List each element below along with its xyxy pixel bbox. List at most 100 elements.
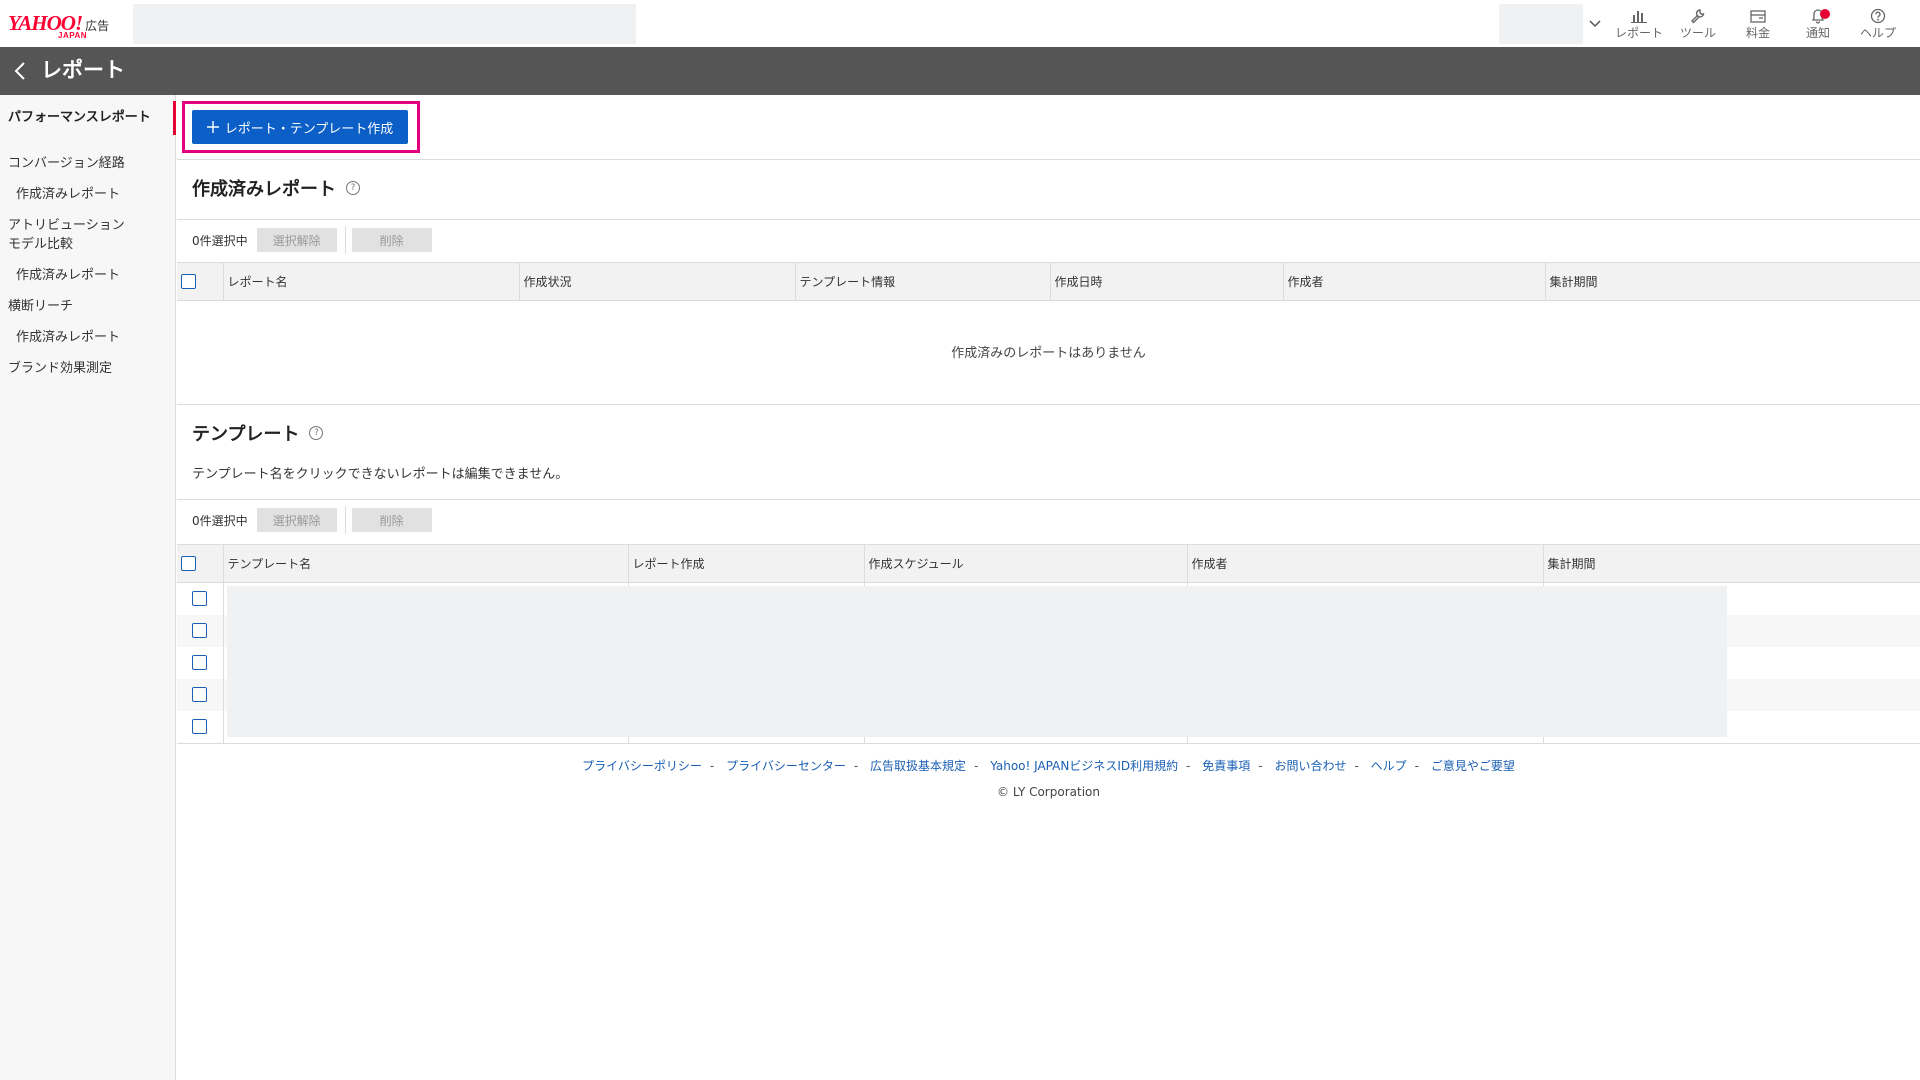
main-content: レポート・テンプレート作成 作成済みレポート ? 0件選択中 選択解除 削除 レ… <box>177 95 1920 1080</box>
footer-link-contact[interactable]: お問い合わせ <box>1274 759 1346 773</box>
col-template-info[interactable]: テンプレート情報 <box>795 262 1051 301</box>
sidebar-item-performance-report[interactable]: パフォーマンスレポート <box>0 101 176 135</box>
row-checkbox[interactable] <box>192 623 208 638</box>
footer-link-privacy-center[interactable]: プライバシーセンター <box>726 759 846 773</box>
sidebar-item-attribution[interactable]: アトリビューション <box>0 217 176 235</box>
nav-report-label: レポート <box>1614 26 1663 40</box>
create-button-highlight: レポート・テンプレート作成 <box>182 101 420 153</box>
col-created-at[interactable]: 作成日時 <box>1050 262 1284 301</box>
nav-help[interactable]: ヘルプ <box>1848 6 1908 44</box>
sidebar-item-created-reports-3[interactable]: 作成済みレポート <box>0 329 176 347</box>
logo-text: YAHOO! <box>8 11 83 35</box>
wallet-icon <box>1728 6 1788 26</box>
account-selector[interactable] <box>1499 4 1583 44</box>
sidebar-item-conversion-path[interactable]: コンバージョン経路 <box>0 155 176 173</box>
footer-link-ad-terms[interactable]: 広告取扱基本規定 <box>870 759 966 773</box>
row-checkbox[interactable] <box>192 655 208 670</box>
col-creator[interactable]: 作成者 <box>1283 262 1546 301</box>
templates-note: テンプレート名をクリックできないレポートは編集できません。 <box>192 467 569 482</box>
help-icon <box>1848 6 1908 26</box>
col-report-name[interactable]: レポート名 <box>223 262 520 301</box>
created-reports-selection-bar: 0件選択中 選択解除 削除 <box>192 226 432 254</box>
nav-billing-label: 料金 <box>1745 26 1770 40</box>
row-checkbox-cell <box>177 582 224 615</box>
templates-selection-bar: 0件選択中 選択解除 削除 <box>192 506 432 534</box>
divider <box>177 743 1920 744</box>
footer-link-disclaimer[interactable]: 免責事項 <box>1202 759 1250 773</box>
divider <box>177 499 1920 500</box>
row-checkbox-cell <box>177 678 224 711</box>
page-title-bar: レポート <box>0 47 1920 95</box>
table-header-row: テンプレート名 レポート作成 作成スケジュール 作成者 集計期間 <box>177 544 1920 583</box>
delete-button[interactable]: 削除 <box>351 508 432 532</box>
templates-title-text: テンプレート <box>192 424 300 445</box>
top-header: YAHOO! JAPAN 広告 レポート ツール 料金 通知 ヘルプ <box>0 0 1920 47</box>
create-button-label: レポート・テンプレート作成 <box>224 121 394 137</box>
notification-badge <box>1820 9 1830 19</box>
sidebar-item-created-reports-1[interactable]: 作成済みレポート <box>0 186 176 204</box>
footer-link-help[interactable]: ヘルプ <box>1371 759 1407 773</box>
sidebar-item-brand-lift[interactable]: ブランド効果測定 <box>0 360 176 378</box>
templates-title: テンプレート ? <box>192 420 324 446</box>
row-checkbox-cell <box>177 710 224 743</box>
create-report-template-button[interactable]: レポート・テンプレート作成 <box>192 110 408 144</box>
nav-report[interactable]: レポート <box>1609 6 1669 44</box>
divider <box>177 159 1920 160</box>
col-period[interactable]: 集計期間 <box>1543 544 1920 583</box>
bell-icon <box>1788 6 1848 26</box>
col-creator[interactable]: 作成者 <box>1187 544 1544 583</box>
help-circle-icon[interactable]: ? <box>346 181 360 195</box>
separator <box>344 506 346 534</box>
col-schedule[interactable]: 作成スケジュール <box>864 544 1188 583</box>
page-title: レポート <box>41 58 125 82</box>
col-status[interactable]: 作成状況 <box>519 262 796 301</box>
footer-links: プライバシーポリシー - プライバシーセンター - 広告取扱基本規定 - Yahoo!… <box>582 759 1515 773</box>
redacted-content-block <box>227 586 1727 737</box>
sidebar: パフォーマンスレポート コンバージョン経路 作成済みレポート アトリビューション… <box>0 95 176 1080</box>
yahoo-ads-logo[interactable]: YAHOO! JAPAN 広告 <box>8 13 109 43</box>
row-checkbox[interactable] <box>192 591 208 607</box>
col-report-create[interactable]: レポート作成 <box>628 544 865 583</box>
row-checkbox-cell <box>177 646 224 679</box>
table-header-row: レポート名 作成状況 テンプレート情報 作成日時 作成者 集計期間 <box>177 262 1920 301</box>
row-checkbox[interactable] <box>192 719 208 734</box>
selected-count: 0件選択中 <box>192 513 248 528</box>
nav-tool-label: ツール <box>1679 26 1716 40</box>
select-all-cell <box>177 544 224 583</box>
divider <box>177 404 1920 405</box>
selected-count: 0件選択中 <box>192 233 248 248</box>
copyright: © LY Corporation <box>997 785 1100 799</box>
select-all-cell <box>177 262 224 301</box>
nav-billing[interactable]: 料金 <box>1728 6 1788 44</box>
select-all-checkbox[interactable] <box>181 556 196 571</box>
row-checkbox[interactable] <box>192 687 208 702</box>
plus-icon <box>206 121 219 133</box>
sidebar-item-created-reports-2[interactable]: 作成済みレポート <box>0 267 176 285</box>
delete-button[interactable]: 削除 <box>351 228 432 252</box>
col-period[interactable]: 集計期間 <box>1545 262 1920 301</box>
wrench-icon <box>1668 6 1728 26</box>
nav-tool[interactable]: ツール <box>1668 6 1728 44</box>
sidebar-item-cross-reach[interactable]: 横断リーチ <box>0 298 176 316</box>
account-search-box[interactable] <box>133 4 636 44</box>
footer-link-privacy-policy[interactable]: プライバシーポリシー <box>582 759 702 773</box>
created-reports-title: 作成済みレポート ? <box>192 175 360 201</box>
sidebar-item-model-comparison[interactable]: モデル比較 <box>0 236 176 254</box>
footer-link-feedback[interactable]: ご意見やご要望 <box>1431 759 1515 773</box>
nav-help-label: ヘルプ <box>1859 26 1896 40</box>
nav-notification[interactable]: 通知 <box>1788 6 1848 44</box>
divider <box>177 219 1920 220</box>
created-reports-table: レポート名 作成状況 テンプレート情報 作成日時 作成者 集計期間 <box>177 262 1920 301</box>
chevron-down-icon[interactable] <box>1583 4 1607 44</box>
deselect-button[interactable]: 選択解除 <box>256 508 337 532</box>
select-all-checkbox[interactable] <box>181 274 196 289</box>
logo-sub-text: JAPAN <box>58 31 88 40</box>
bar-chart-icon <box>1609 6 1669 26</box>
logo-ad-text: 広告 <box>85 19 110 33</box>
help-circle-icon[interactable]: ? <box>309 426 324 440</box>
back-chevron-icon[interactable] <box>13 59 27 83</box>
col-template-name[interactable]: テンプレート名 <box>223 544 629 583</box>
footer-link-business-id-terms[interactable]: Yahoo! JAPANビジネスID利用規約 <box>990 759 1178 773</box>
empty-reports-message: 作成済みのレポートはありません <box>951 346 1146 361</box>
deselect-button[interactable]: 選択解除 <box>256 228 337 252</box>
